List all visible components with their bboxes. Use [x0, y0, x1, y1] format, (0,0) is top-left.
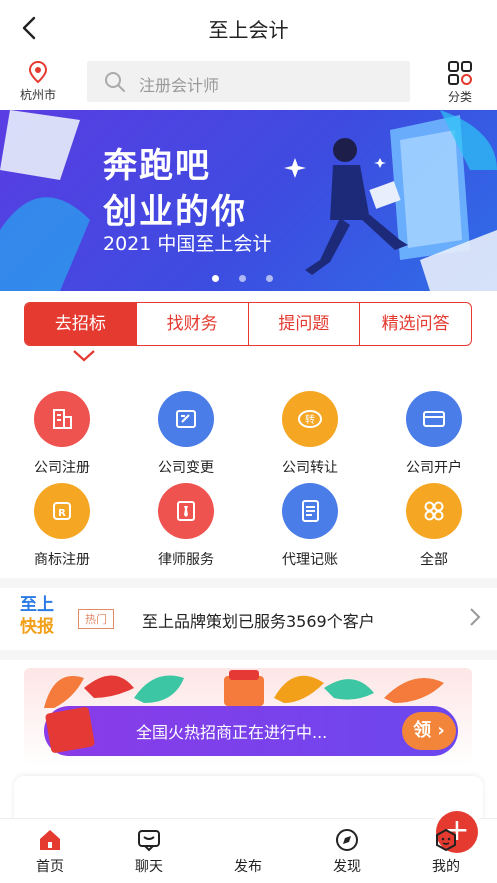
- nav-home[interactable]: 首页: [10, 827, 90, 876]
- service-label: 公司开户: [406, 460, 462, 476]
- divider: [0, 650, 497, 660]
- search-input[interactable]: 注册会计师: [87, 61, 410, 102]
- service-company-change[interactable]: 公司变更: [124, 391, 248, 477]
- profile-icon: [436, 828, 456, 852]
- grid-icon: [406, 483, 462, 539]
- promo-card[interactable]: 全国火热招商正在进行中... 领 ›: [24, 668, 472, 766]
- banner-headline-2: 创业的你: [103, 192, 247, 232]
- search-row: 杭州市 注册会计师 分类: [0, 56, 497, 108]
- tab-bidding[interactable]: 去招标: [25, 303, 137, 345]
- tab-find-finance[interactable]: 找财务: [137, 303, 249, 345]
- nav-label: 我的: [432, 859, 460, 875]
- nav-label: 发布: [234, 859, 262, 875]
- nav-label: 发现: [333, 859, 361, 875]
- promo-banner[interactable]: 奔跑吧 创业的你 2021 中国至上会计: [0, 110, 497, 291]
- hot-badge: 热门: [78, 609, 114, 629]
- nav-discover[interactable]: 发现: [307, 827, 387, 876]
- service-label: 公司变更: [158, 460, 214, 476]
- service-label: 公司转让: [282, 460, 338, 476]
- service-company-register[interactable]: 公司注册: [0, 391, 124, 477]
- compass-icon: [336, 829, 358, 851]
- nav-chat[interactable]: 聊天: [109, 827, 189, 876]
- banner-subtitle: 2021 中国至上会计: [103, 233, 272, 255]
- news-logo-top: 至上: [20, 595, 54, 615]
- tab-featured-qa[interactable]: 精选问答: [360, 303, 471, 345]
- banner-headline-1: 奔跑吧: [103, 146, 211, 186]
- news-logo-bottom: 快报: [20, 617, 54, 637]
- claim-label: 领: [413, 720, 432, 741]
- service-bookkeeping[interactable]: 代理记账: [248, 483, 372, 569]
- segment-tabs: 去招标 找财务 提问题 精选问答: [24, 302, 472, 346]
- banner-illustration: [0, 110, 497, 291]
- claim-button[interactable]: 领 ›: [402, 712, 456, 750]
- carousel-dot: [239, 275, 246, 282]
- classify-button[interactable]: 分类: [436, 60, 484, 105]
- service-label: 代理记账: [282, 552, 338, 568]
- transfer-icon: 转: [282, 391, 338, 447]
- chevron-right-icon: ›: [431, 720, 445, 741]
- nav-publish[interactable]: + 发布: [208, 811, 478, 876]
- news-text: 至上品牌策划已服务3569个客户: [142, 612, 375, 631]
- search-placeholder: 注册会计师: [139, 76, 220, 95]
- service-company-transfer[interactable]: 转 公司转让: [248, 391, 372, 477]
- svg-text:R: R: [58, 508, 66, 519]
- tie-icon: [158, 483, 214, 539]
- bank-card-icon: [406, 391, 462, 447]
- bottom-nav: 首页 聊天 + 发布 发现 我的: [0, 811, 497, 883]
- nav-mine[interactable]: 我的: [406, 827, 486, 876]
- city-selector[interactable]: 杭州市: [10, 60, 66, 103]
- tab-ask-question[interactable]: 提问题: [249, 303, 361, 345]
- carousel-dot: [212, 275, 219, 282]
- service-all[interactable]: 全部: [372, 483, 496, 569]
- edit-card-icon: [158, 391, 214, 447]
- top-bar: 至上会计: [0, 0, 497, 56]
- carousel-dot: [266, 275, 273, 282]
- nav-label: 聊天: [135, 859, 163, 875]
- nav-label: 首页: [36, 859, 64, 875]
- carousel-indicator: [212, 267, 293, 286]
- news-logo: 至上 快报: [20, 594, 54, 638]
- service-lawyer[interactable]: 律师服务: [124, 483, 248, 569]
- chat-icon: [138, 830, 160, 852]
- red-envelope-icon: [44, 706, 96, 754]
- service-label: 商标注册: [34, 552, 90, 568]
- divider: [0, 578, 497, 588]
- service-trademark[interactable]: R 商标注册: [0, 483, 124, 569]
- classify-label: 分类: [447, 90, 472, 104]
- category-grid-icon: [448, 61, 472, 85]
- location-pin-icon: [28, 60, 48, 84]
- building-icon: [34, 391, 90, 447]
- chevron-down-icon: [73, 350, 95, 362]
- chevron-right-icon: [470, 608, 481, 626]
- search-icon: [105, 72, 125, 92]
- svg-text:转: 转: [305, 413, 315, 426]
- service-label: 律师服务: [158, 552, 214, 568]
- city-label: 杭州市: [19, 88, 56, 102]
- service-label: 公司注册: [34, 460, 90, 476]
- promo-text: 全国火热招商正在进行中...: [136, 723, 328, 742]
- trademark-icon: R: [34, 483, 90, 539]
- home-icon: [40, 830, 60, 850]
- page-title: 至上会计: [208, 18, 289, 42]
- service-open-account[interactable]: 公司开户: [372, 391, 496, 477]
- news-ticker[interactable]: 至上 快报 热门 至上品牌策划已服务3569个客户: [0, 588, 497, 648]
- ledger-icon: [282, 483, 338, 539]
- service-label: 全部: [420, 552, 448, 568]
